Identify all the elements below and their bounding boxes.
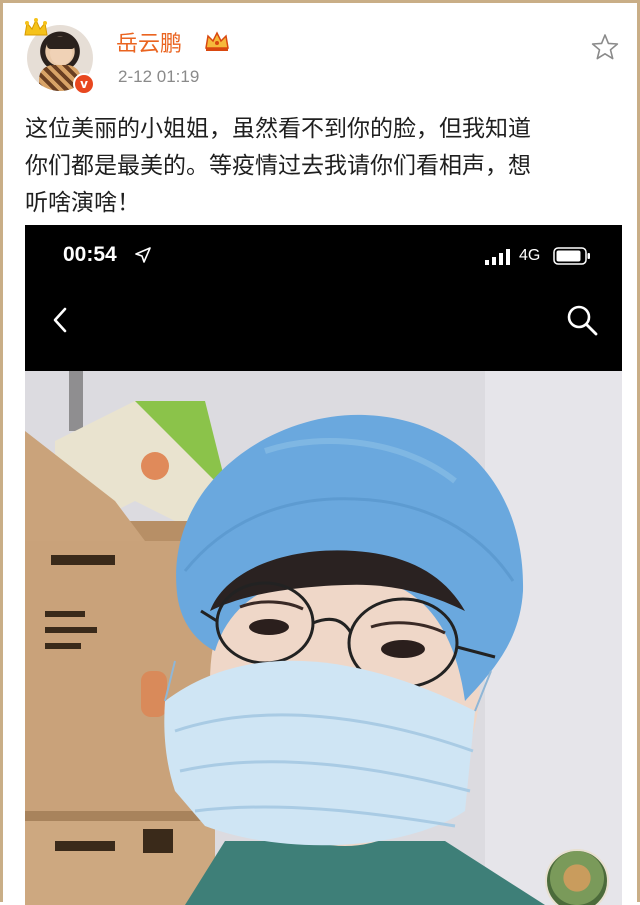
post-text-line: 听啥演啥！	[25, 190, 140, 216]
signal-icon	[485, 249, 510, 265]
star-icon[interactable]	[591, 33, 619, 61]
crown-icon	[24, 18, 48, 36]
back-icon[interactable]	[49, 305, 71, 335]
floating-avatar-button[interactable]	[545, 849, 609, 905]
username[interactable]: 岳云鹏	[116, 26, 182, 58]
post-timestamp: 2-12 01:19	[118, 67, 200, 86]
post-text-line: 你们都是最美的。等疫情过去我请你们看相声，想	[25, 153, 531, 179]
search-icon[interactable]	[565, 303, 599, 337]
embedded-screenshot[interactable]: 00:54 4G	[25, 225, 622, 905]
app-nav-bar	[25, 285, 622, 371]
weibo-post-card: v 岳云鹏 2-12 01:19 这位美丽的小姐姐，虽然看不到你的脸，但我知道 …	[0, 0, 640, 905]
vip-crown-icon[interactable]	[203, 29, 231, 53]
phone-status-bar: 00:54 4G	[25, 225, 622, 285]
post-text-line: 这位美丽的小姐姐，虽然看不到你的脸，但我知道	[25, 116, 531, 142]
post-text: 这位美丽的小姐姐，虽然看不到你的脸，但我知道 你们都是最美的。等疫情过去我请你们…	[25, 111, 625, 222]
selfie-photo	[25, 371, 622, 905]
network-label: 4G	[519, 247, 541, 264]
avatar-hair	[47, 37, 75, 49]
location-arrow-icon	[135, 247, 151, 263]
avatar-group[interactable]: v	[23, 17, 99, 95]
status-time: 00:54	[63, 243, 117, 266]
verified-icon: v	[73, 73, 95, 95]
battery-icon	[553, 247, 590, 265]
